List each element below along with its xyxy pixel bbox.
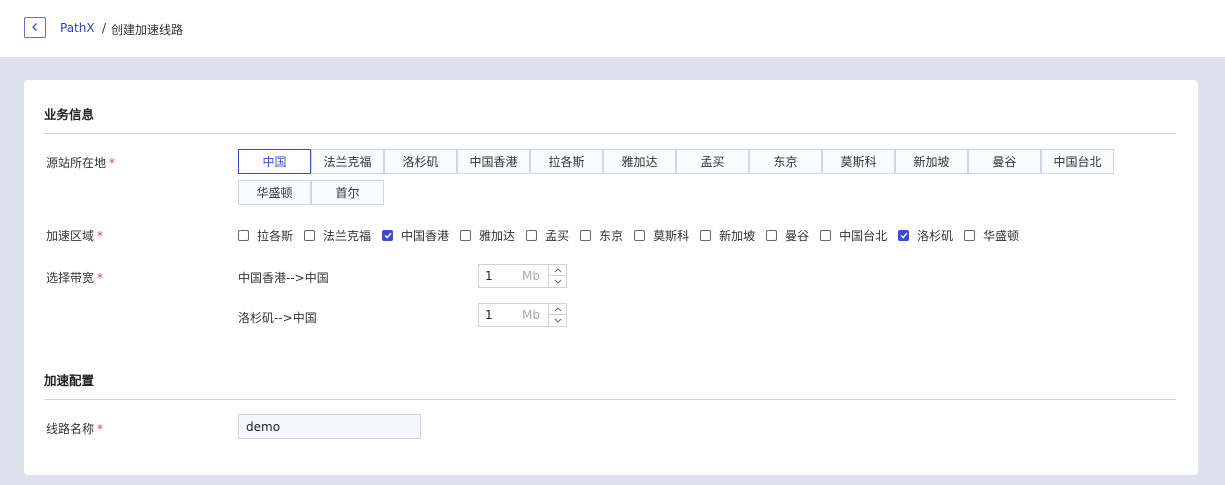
required-mark: * [109, 156, 116, 170]
section-title-business-info: 业务信息 [44, 107, 95, 122]
checkbox-empty-icon[interactable] [634, 230, 646, 241]
chevron-down-icon[interactable] [549, 315, 566, 326]
bandwidth-value[interactable]: 1 [485, 308, 493, 322]
source-location-tab[interactable]: 孟买 [676, 149, 749, 174]
accel-region-checkbox[interactable]: 华盛顿 [964, 227, 1019, 244]
accel-region-checkbox[interactable]: 法兰克福 [304, 227, 371, 244]
checkbox-empty-icon[interactable] [964, 230, 976, 241]
required-mark: * [97, 422, 104, 436]
bandwidth-stepper[interactable]: 1 Mb [478, 303, 567, 327]
source-location-label: 源站所在地 * [46, 156, 116, 170]
source-location-tab[interactable]: 洛杉矶 [384, 149, 457, 174]
source-location-tab[interactable]: 曼谷 [968, 149, 1041, 174]
section-divider [44, 399, 1176, 400]
bandwidth-label: 选择带宽 * [46, 271, 104, 285]
accel-region-label-text: 莫斯科 [653, 229, 690, 243]
bandwidth-value[interactable]: 1 [485, 269, 493, 283]
checkbox-empty-icon[interactable] [700, 230, 712, 241]
source-location-tab[interactable]: 中国 [238, 149, 311, 174]
chevron-up-icon[interactable] [549, 304, 566, 315]
accel-region-label-text: 孟买 [545, 229, 570, 243]
checkbox-empty-icon[interactable] [766, 230, 778, 241]
bandwidth-stepper[interactable]: 1 Mb [478, 264, 567, 288]
line-name-label: 线路名称 * [46, 422, 104, 436]
accel-region-label-text: 中国台北 [839, 229, 888, 243]
chevron-left-icon [31, 21, 39, 35]
bandwidth-unit: Mb [522, 269, 540, 283]
checkbox-empty-icon[interactable] [526, 230, 538, 241]
required-mark: * [97, 229, 104, 243]
bandwidth-route-label: 洛杉矶-->中国 [238, 311, 317, 325]
bandwidth-route-label: 中国香港-->中国 [238, 271, 329, 285]
accel-region-checkbox[interactable]: 洛杉矶 [898, 227, 953, 244]
accel-region-label-text: 华盛顿 [983, 229, 1020, 243]
accel-region-checkbox[interactable]: 曼谷 [766, 227, 809, 244]
accel-region-checkbox[interactable]: 雅加达 [460, 227, 515, 244]
source-location-tab[interactable]: 东京 [749, 149, 822, 174]
accel-region-label-text: 曼谷 [785, 229, 810, 243]
checkbox-empty-icon[interactable] [238, 230, 249, 241]
accel-region-label: 加速区域 * [46, 229, 104, 243]
accel-region-checkbox[interactable]: 新加坡 [700, 227, 755, 244]
section-divider [44, 133, 1176, 134]
required-mark: * [97, 271, 104, 285]
checkbox-checked-icon[interactable] [898, 230, 910, 241]
form-card: 业务信息 源站所在地 * 中国 法兰克福 洛杉矶 中国香港 拉各斯 雅加达 孟买 东京 莫斯科 新加… [24, 80, 1198, 475]
source-location-tab[interactable]: 中国台北 [1041, 149, 1114, 174]
accel-region-checkbox[interactable]: 拉各斯 [238, 227, 293, 244]
source-location-tab[interactable]: 莫斯科 [822, 149, 895, 174]
checkbox-empty-icon[interactable] [304, 230, 316, 241]
source-location-tab[interactable]: 华盛顿 [238, 180, 311, 205]
breadcrumb-separator: / [102, 21, 107, 35]
accel-region-label-text: 拉各斯 [257, 229, 294, 243]
back-button[interactable] [24, 17, 46, 38]
source-location-tab[interactable]: 中国香港 [457, 149, 530, 174]
source-location-tab[interactable]: 新加坡 [895, 149, 968, 174]
source-location-tab[interactable]: 拉各斯 [530, 149, 603, 174]
section-title-accel-config: 加速配置 [44, 373, 95, 388]
breadcrumb-pathx-link[interactable]: PathX [60, 21, 95, 35]
checkbox-empty-icon[interactable] [580, 230, 592, 241]
accel-region-label-text: 新加坡 [719, 229, 756, 243]
accel-region-label-text: 法兰克福 [323, 229, 372, 243]
line-name-input[interactable] [238, 414, 421, 439]
accel-region-checkbox[interactable]: 东京 [580, 227, 623, 244]
top-bar: PathX / 创建加速线路 [0, 0, 1225, 58]
chevron-down-icon[interactable] [549, 276, 566, 287]
source-location-tab[interactable]: 首尔 [311, 180, 384, 205]
source-location-tab[interactable]: 法兰克福 [311, 149, 384, 174]
accel-region-checkbox[interactable]: 莫斯科 [634, 227, 689, 244]
checkbox-empty-icon[interactable] [820, 230, 832, 241]
accel-region-label-text: 东京 [599, 229, 624, 243]
checkbox-empty-icon[interactable] [460, 230, 472, 241]
accel-region-label-text: 洛杉矶 [917, 229, 954, 243]
source-location-tab[interactable]: 雅加达 [603, 149, 676, 174]
scrollbar[interactable] [1219, 58, 1225, 485]
page-title: 创建加速线路 [111, 23, 184, 37]
accel-region-checkbox[interactable]: 中国香港 [382, 227, 449, 244]
accel-region-checkbox[interactable]: 孟买 [526, 227, 569, 244]
checkbox-checked-icon[interactable] [382, 230, 394, 241]
accel-region-checkboxes: 拉各斯 法兰克福 中国香港 雅加达 孟买 东京 莫斯科 新加坡 曼谷 中国台北 洛杉矶 华盛顿 [238, 227, 1030, 244]
bandwidth-unit: Mb [522, 308, 540, 322]
accel-region-label-text: 中国香港 [401, 229, 450, 243]
chevron-up-icon[interactable] [549, 265, 566, 276]
accel-region-checkbox[interactable]: 中国台北 [820, 227, 887, 244]
accel-region-label-text: 雅加达 [479, 229, 516, 243]
